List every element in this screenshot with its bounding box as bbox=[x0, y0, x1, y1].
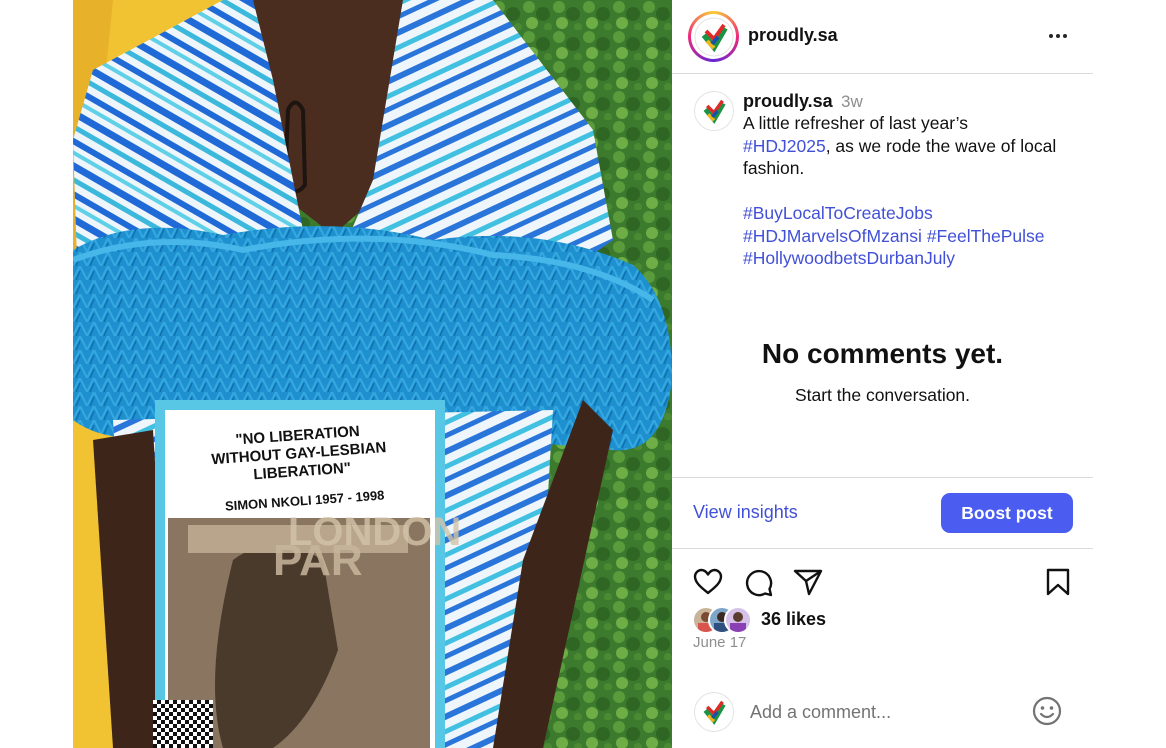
caption-text-start: A little refresher of last year’s bbox=[743, 113, 969, 133]
caption-username[interactable]: proudly.sa bbox=[743, 91, 833, 112]
send-icon[interactable] bbox=[792, 566, 824, 598]
post-detail-panel: proudly.sa proudly.sa 3w A little refres… bbox=[672, 0, 1093, 748]
print-partial-top: LONDON bbox=[288, 510, 461, 554]
bookmark-icon[interactable] bbox=[1042, 566, 1074, 598]
hashtag-link[interactable]: #BuyLocalToCreateJobs bbox=[743, 203, 933, 223]
comment-icon[interactable] bbox=[742, 566, 774, 598]
emoji-smile-icon[interactable] bbox=[1031, 695, 1063, 727]
proudly-sa-logo-icon bbox=[694, 17, 733, 56]
insights-divider-bottom bbox=[672, 548, 1093, 549]
hashtag-link[interactable]: #HDJ2025 bbox=[743, 136, 826, 156]
likes-count[interactable]: 36 likes bbox=[761, 609, 826, 630]
caption-text: A little refresher of last year’s #HDJ20… bbox=[743, 112, 1083, 270]
view-insights-link[interactable]: View insights bbox=[693, 502, 798, 523]
caption-avatar[interactable] bbox=[694, 91, 734, 131]
more-horizontal-icon[interactable] bbox=[1046, 24, 1070, 48]
proudly-sa-logo-icon bbox=[703, 700, 726, 725]
commenter-avatar bbox=[694, 692, 734, 732]
hashtag-link[interactable]: #HollywoodbetsDurbanJuly bbox=[743, 248, 955, 268]
header-username[interactable]: proudly.sa bbox=[748, 25, 838, 46]
hashtag-link[interactable]: #HDJMarvelsOfMzansi bbox=[743, 226, 922, 246]
no-comments-title: No comments yet. bbox=[761, 338, 1004, 369]
boost-post-button[interactable]: Boost post bbox=[941, 493, 1073, 533]
proudly-sa-logo-icon bbox=[703, 99, 726, 124]
header-avatar[interactable] bbox=[688, 11, 739, 62]
insights-divider-top bbox=[672, 477, 1093, 478]
heart-icon[interactable] bbox=[692, 566, 724, 598]
hashtag-link[interactable]: #FeelThePulse bbox=[927, 226, 1045, 246]
post-photo[interactable]: "NO LIBERATION WITHOUT GAY-LESBIAN LIBER… bbox=[73, 0, 672, 748]
post-date[interactable]: June 17 bbox=[693, 634, 746, 651]
caption-time[interactable]: 3w bbox=[841, 92, 863, 112]
no-comments-subtitle: Start the conversation. bbox=[794, 385, 971, 405]
add-comment-input[interactable] bbox=[748, 697, 1022, 727]
liker-avatar[interactable] bbox=[724, 606, 752, 634]
header-divider bbox=[672, 73, 1093, 74]
